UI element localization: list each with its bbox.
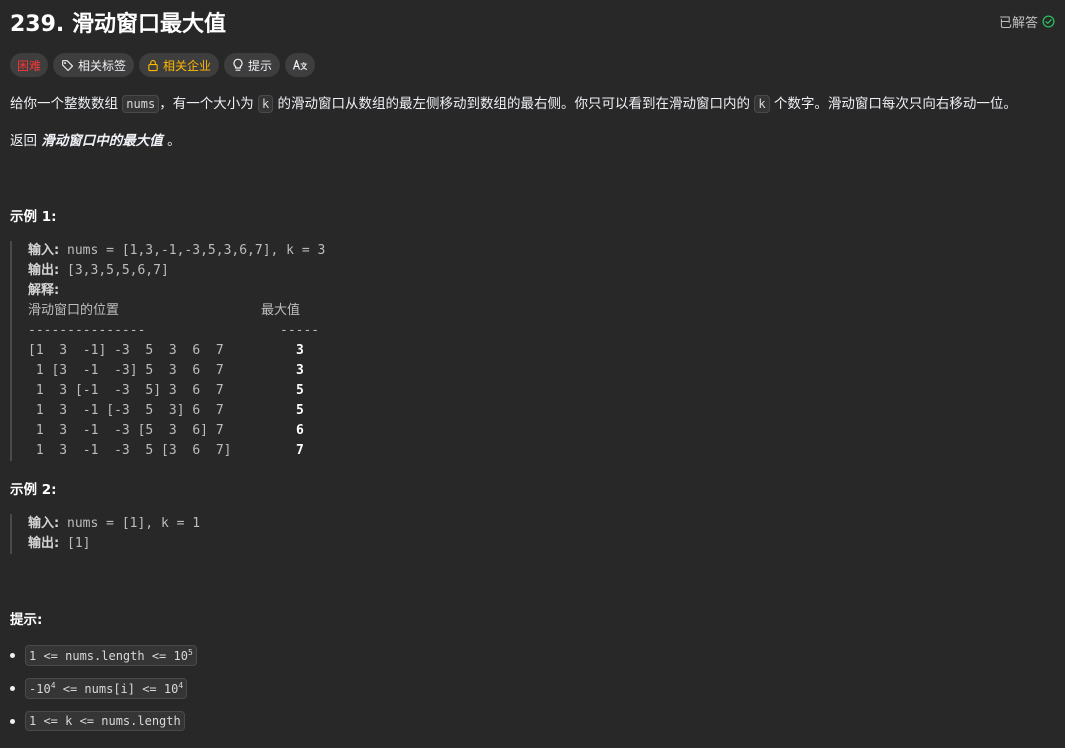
constraint-text: <= nums[i] <= 10 bbox=[55, 681, 179, 696]
window-table-row: 1 3 -1 [-3 5 3] 6 7 5 bbox=[28, 401, 325, 421]
window-table-row: 1 3 -1 -3 [5 3 6] 7 6 bbox=[28, 421, 325, 441]
desc-text: 的滑动窗口从数组的最左侧移动到数组的最右侧。你只可以看到在滑动窗口内的 bbox=[273, 96, 755, 112]
sep-window: --------------- bbox=[28, 323, 146, 338]
constraint-code: 1 <= nums.length <= 105 bbox=[25, 644, 197, 666]
title-row: 239. 滑动窗口最大值 已解答 bbox=[10, 6, 1055, 38]
example-output-line: 输出: [3,3,5,5,6,7] bbox=[28, 261, 325, 281]
bullet-icon bbox=[10, 718, 15, 724]
desc-text: 。 bbox=[162, 133, 181, 149]
hint-button[interactable]: 提示 bbox=[224, 53, 281, 77]
output-value: [1] bbox=[59, 536, 91, 551]
hint-label: 提示 bbox=[248, 58, 273, 73]
problem-title[interactable]: 239. 滑动窗口最大值 bbox=[10, 6, 226, 38]
bullet-icon bbox=[10, 652, 15, 658]
constraint-exponent: 5 bbox=[187, 647, 193, 657]
window-table-row: 1 3 [-1 -3 5] 3 6 7 5 bbox=[28, 381, 325, 401]
lock-icon bbox=[147, 59, 159, 72]
window-position: [1 3 -1] -3 5 3 6 7 bbox=[28, 343, 224, 358]
input-value: nums = [1,3,-1,-3,5,3,6,7], k = 3 bbox=[59, 243, 326, 258]
constraint-item: 1 <= k <= nums.length bbox=[10, 709, 185, 733]
constraints-heading: 提示: bbox=[10, 612, 43, 628]
window-table-separator: --------------- ----- bbox=[28, 321, 325, 341]
window-position: 1 3 -1 [-3 5 3] 6 7 bbox=[28, 403, 224, 418]
example-input-line: 输入: nums = [1,3,-1,-3,5,3,6,7], k = 3 bbox=[28, 241, 325, 261]
inline-code-k: k bbox=[258, 95, 274, 113]
translate-icon bbox=[292, 58, 308, 72]
emphasis-text: 滑动窗口中的最大值 bbox=[41, 133, 163, 149]
input-label: 输入: bbox=[28, 516, 60, 531]
window-max: 5 bbox=[296, 383, 304, 398]
example-2-block: 输入: nums = [1], k = 1 输出: [1] bbox=[10, 514, 200, 554]
output-label: 输出: bbox=[28, 263, 60, 278]
constraint-exponent: 4 bbox=[178, 680, 184, 690]
example-1-heading: 示例 1: bbox=[10, 209, 57, 225]
explain-label: 解释: bbox=[28, 283, 60, 298]
inline-code-k: k bbox=[754, 95, 770, 113]
constraint-text: -10 bbox=[29, 681, 51, 696]
window-table-rows: [1 3 -1] -3 5 3 6 7 3 1 [3 -1 -3] 5 3 6 7… bbox=[28, 341, 325, 461]
window-table-row: [1 3 -1] -3 5 3 6 7 3 bbox=[28, 341, 325, 361]
example-explain-line: 解释: bbox=[28, 281, 325, 301]
window-position: 1 3 -1 -3 [5 3 6] 7 bbox=[28, 423, 224, 438]
input-value: nums = [1], k = 1 bbox=[59, 516, 201, 531]
output-label: 输出: bbox=[28, 536, 60, 551]
constraint-text: 1 <= nums.length <= 10 bbox=[29, 648, 188, 663]
desc-text: ，有一个大小为 bbox=[159, 96, 258, 112]
col-max-header: 最大值 bbox=[261, 303, 301, 318]
topics-label: 相关标签 bbox=[78, 58, 127, 73]
companies-tag-button[interactable]: 相关企业 bbox=[139, 53, 220, 77]
window-max: 5 bbox=[296, 403, 304, 418]
topics-tag-button[interactable]: 相关标签 bbox=[53, 53, 135, 77]
constraint-code: -104 <= nums[i] <= 104 bbox=[25, 677, 188, 699]
inline-code-nums: nums bbox=[122, 95, 160, 113]
example-2-heading: 示例 2: bbox=[10, 482, 57, 498]
sep-max: ----- bbox=[280, 323, 320, 338]
solved-status: 已解答 bbox=[999, 12, 1055, 31]
description-paragraph: 给你一个整数数组 nums ，有一个大小为 k 的滑动窗口从数组的最左侧移动到数组… bbox=[10, 94, 1017, 114]
window-table-header: 滑动窗口的位置 最大值 bbox=[28, 301, 325, 321]
desc-text: 个数字。滑动窗口每次只向右移动一位。 bbox=[769, 96, 1017, 112]
desc-text: 返回 bbox=[10, 133, 42, 149]
output-value: [3,3,5,5,6,7] bbox=[59, 263, 169, 278]
check-circle-icon bbox=[1042, 15, 1055, 28]
col-window-header: 滑动窗口的位置 bbox=[28, 303, 120, 318]
tag-icon bbox=[61, 59, 74, 72]
example-output-line: 输出: [1] bbox=[28, 534, 200, 554]
window-max: 3 bbox=[296, 363, 304, 378]
desc-text: 给你一个整数数组 bbox=[10, 96, 123, 112]
bullet-icon bbox=[10, 685, 15, 691]
solved-label: 已解答 bbox=[998, 16, 1038, 31]
constraint-code: 1 <= k <= nums.length bbox=[25, 711, 185, 731]
window-max: 6 bbox=[296, 423, 304, 438]
window-position: 1 3 [-1 -3 5] 3 6 7 bbox=[28, 383, 224, 398]
example-input-line: 输入: nums = [1], k = 1 bbox=[28, 514, 200, 534]
constraint-item: 1 <= nums.length <= 105 bbox=[10, 643, 197, 667]
window-position: 1 3 -1 -3 5 [3 6 7] bbox=[28, 443, 232, 458]
return-paragraph: 返回 滑动窗口中的最大值 。 bbox=[10, 131, 181, 151]
lightbulb-icon bbox=[232, 58, 244, 72]
window-table-row: 1 3 -1 -3 5 [3 6 7] 7 bbox=[28, 441, 325, 461]
companies-label: 相关企业 bbox=[163, 58, 212, 73]
window-max: 7 bbox=[296, 443, 304, 458]
window-position: 1 [3 -1 -3] 5 3 6 7 bbox=[28, 363, 224, 378]
tag-bar: 困难 相关标签 相关企业 提示 bbox=[10, 53, 316, 77]
window-table-row: 1 [3 -1 -3] 5 3 6 7 3 bbox=[28, 361, 325, 381]
input-label: 输入: bbox=[28, 243, 60, 258]
example-1-block: 输入: nums = [1,3,-1,-3,5,3,6,7], k = 3 输出… bbox=[10, 241, 325, 461]
difficulty-badge[interactable]: 困难 bbox=[10, 53, 49, 77]
constraint-item: -104 <= nums[i] <= 104 bbox=[10, 676, 188, 700]
window-max: 3 bbox=[296, 343, 304, 358]
difficulty-label: 困难 bbox=[17, 58, 42, 73]
translate-button[interactable] bbox=[285, 53, 316, 77]
